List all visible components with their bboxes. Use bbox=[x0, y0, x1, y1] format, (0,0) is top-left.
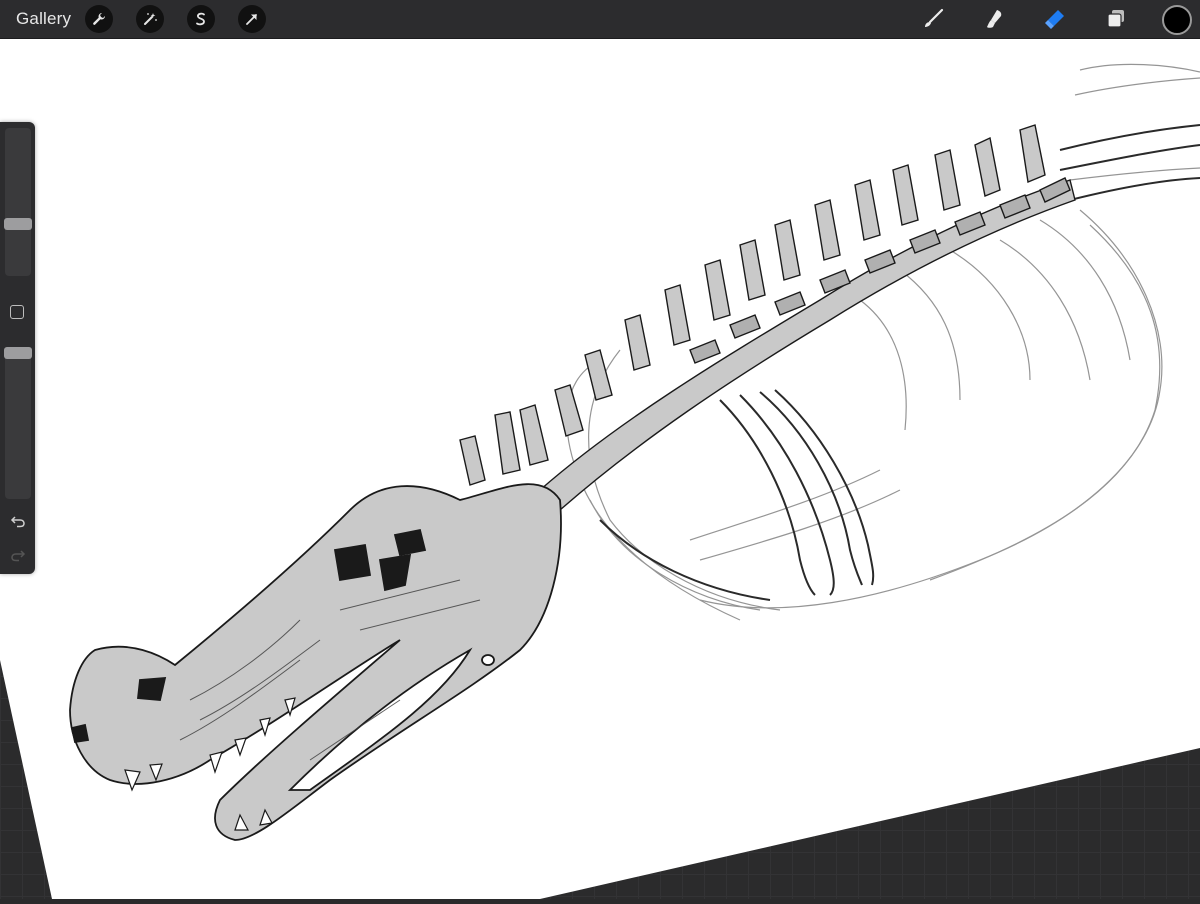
selection-s-icon[interactable] bbox=[187, 5, 215, 33]
modify-square-icon[interactable] bbox=[10, 305, 24, 319]
gallery-button[interactable]: Gallery bbox=[16, 9, 71, 29]
transform-arrow-icon[interactable] bbox=[238, 5, 266, 33]
left-sidebar bbox=[0, 122, 35, 574]
drawing-canvas[interactable] bbox=[0, 0, 1200, 899]
opacity-knob[interactable] bbox=[4, 347, 32, 359]
undo-icon[interactable] bbox=[8, 511, 28, 531]
brush-size-slider[interactable] bbox=[4, 128, 32, 276]
magic-wand-icon[interactable] bbox=[136, 5, 164, 33]
opacity-slider[interactable] bbox=[4, 347, 32, 499]
layers-icon[interactable] bbox=[1101, 4, 1131, 34]
redo-icon[interactable] bbox=[8, 545, 28, 565]
eraser-icon[interactable] bbox=[1040, 4, 1070, 34]
wrench-icon[interactable] bbox=[85, 5, 113, 33]
smudge-icon[interactable] bbox=[979, 4, 1009, 34]
top-toolbar: Gallery bbox=[0, 0, 1200, 39]
brush-icon[interactable] bbox=[918, 4, 948, 34]
brush-size-knob[interactable] bbox=[4, 218, 32, 230]
color-swatch[interactable] bbox=[1162, 5, 1192, 35]
